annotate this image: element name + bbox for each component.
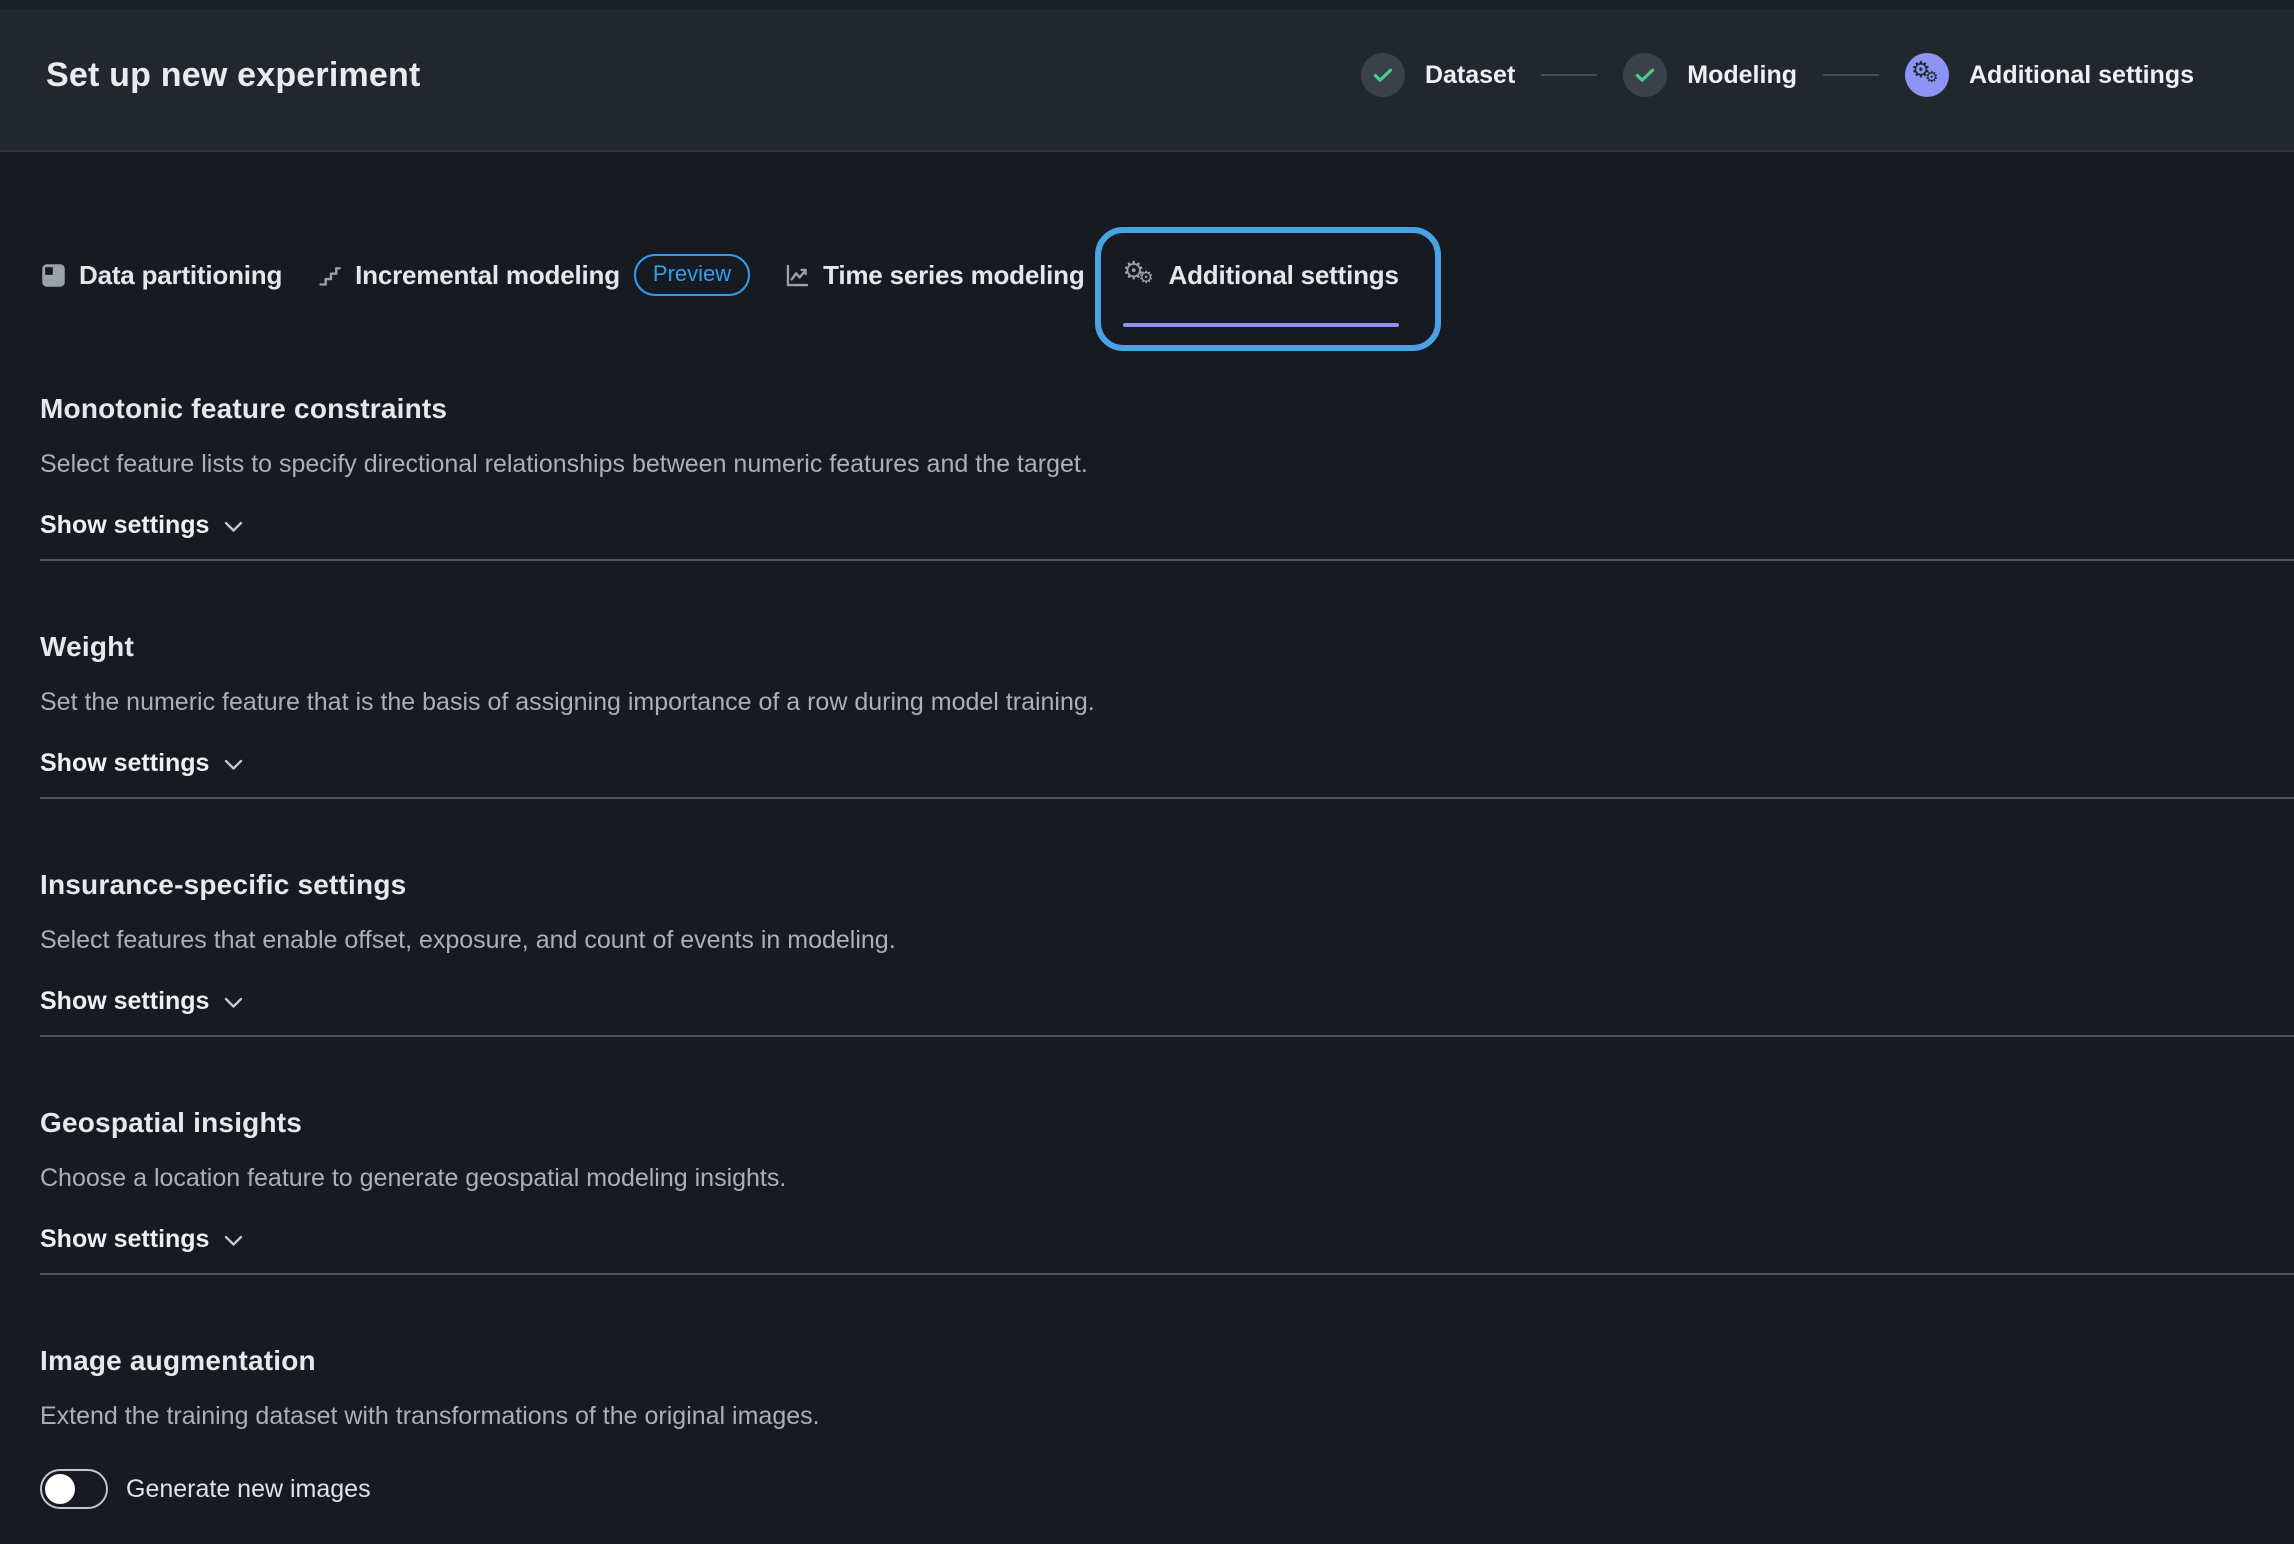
generate-new-images-row: Generate new images: [40, 1469, 2254, 1509]
stairs-icon: [316, 262, 343, 289]
step-dataset[interactable]: Dataset: [1361, 53, 1515, 97]
toggle-knob: [45, 1474, 75, 1504]
section-geospatial-insights: Geospatial insights Choose a location fe…: [40, 1037, 2294, 1275]
section-description: Choose a location feature to generate ge…: [40, 1161, 2254, 1195]
stepper-connector: [1541, 74, 1597, 76]
check-icon: [1361, 53, 1405, 97]
page-title: Set up new experiment: [46, 56, 421, 95]
step-modeling-label: Modeling: [1687, 61, 1797, 90]
section-description: Select feature lists to specify directio…: [40, 447, 2254, 481]
tab-label: Data partitioning: [79, 260, 282, 291]
chevron-down-icon: [224, 759, 243, 771]
section-description: Select features that enable offset, expo…: [40, 923, 2254, 957]
line-chart-icon: [784, 262, 811, 289]
show-settings-button[interactable]: Show settings: [40, 745, 243, 781]
show-settings-button[interactable]: Show settings: [40, 507, 243, 543]
tab-label: Additional settings: [1169, 260, 1399, 291]
stepper-connector: [1823, 74, 1879, 76]
chevron-down-icon: [224, 997, 243, 1009]
tab-data-partitioning[interactable]: Data partitioning: [40, 257, 282, 293]
tab-incremental-modeling[interactable]: Incremental modeling Preview: [316, 257, 750, 293]
section-title: Geospatial insights: [40, 1105, 2254, 1141]
wizard-stepper: Dataset Modeling ⚙⚙ Additional settings: [1361, 53, 2194, 97]
active-tab-indicator: [1123, 323, 1399, 327]
section-description: Extend the training dataset with transfo…: [40, 1399, 2254, 1433]
section-monotonic-constraints: Monotonic feature constraints Select fea…: [40, 351, 2294, 561]
section-title: Weight: [40, 629, 2254, 665]
additional-settings-panel: Monotonic feature constraints Select fea…: [0, 351, 2294, 1525]
check-icon: [1623, 53, 1667, 97]
step-dataset-label: Dataset: [1425, 61, 1515, 90]
tab-label: Incremental modeling: [355, 260, 620, 291]
chevron-down-icon: [224, 1235, 243, 1247]
tab-label: Time series modeling: [823, 260, 1084, 291]
settings-tab-bar: Data partitioning Incremental modeling P…: [0, 152, 2294, 351]
chevron-down-icon: [224, 521, 243, 533]
section-insurance-settings: Insurance-specific settings Select featu…: [40, 799, 2294, 1037]
section-weight: Weight Set the numeric feature that is t…: [40, 561, 2294, 799]
preview-badge: Preview: [634, 254, 750, 296]
step-additional-settings-label: Additional settings: [1969, 61, 2194, 90]
section-title: Image augmentation: [40, 1343, 2254, 1379]
toggle-label: Generate new images: [126, 1475, 371, 1504]
show-settings-button[interactable]: Show settings: [40, 983, 243, 1019]
step-modeling[interactable]: Modeling: [1623, 53, 1797, 97]
step-additional-settings[interactable]: ⚙⚙ Additional settings: [1905, 53, 2194, 97]
show-settings-button[interactable]: Show settings: [40, 1221, 243, 1257]
tab-time-series-modeling[interactable]: Time series modeling: [784, 257, 1084, 293]
gears-icon: ⚙⚙: [1123, 260, 1157, 290]
section-image-augmentation: Image augmentation Extend the training d…: [40, 1275, 2294, 1525]
section-description: Set the numeric feature that is the basi…: [40, 685, 2254, 719]
gears-icon: ⚙⚙: [1905, 53, 1949, 97]
data-partitioning-icon: [40, 262, 67, 289]
section-title: Monotonic feature constraints: [40, 391, 2254, 427]
generate-new-images-toggle[interactable]: [40, 1469, 108, 1509]
tab-additional-settings[interactable]: ⚙⚙ Additional settings: [1123, 257, 1399, 293]
wizard-header: Set up new experiment Dataset Modeling ⚙…: [0, 0, 2294, 152]
section-title: Insurance-specific settings: [40, 867, 2254, 903]
active-tab-focus-ring: ⚙⚙ Additional settings: [1095, 227, 1441, 351]
